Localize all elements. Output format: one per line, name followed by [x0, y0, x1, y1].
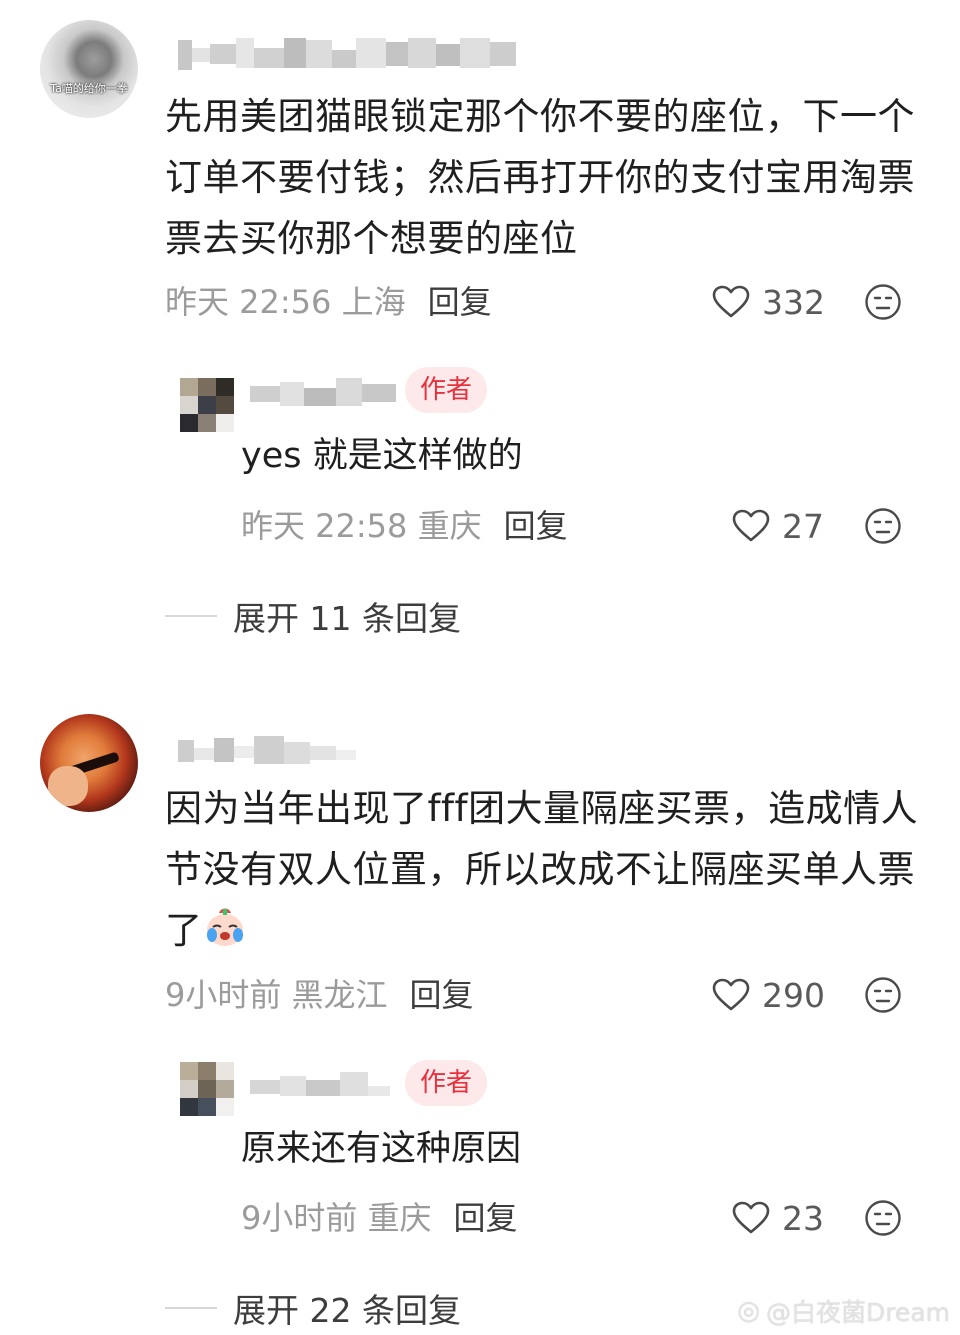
- neutral-face-icon[interactable]: [864, 507, 902, 545]
- comment-line: 节没有双人位置，所以改成不让隔座买单人票: [165, 848, 915, 891]
- comment-line: 订单不要付钱；然后再打开你的支付宝用淘票: [165, 156, 915, 199]
- author-badge: 作者: [405, 1060, 487, 1106]
- comment-body: 先用美团猫眼锁定那个你不要的座位，下一个 订单不要付钱；然后再打开你的支付宝用淘…: [165, 86, 925, 269]
- commenter-avatar[interactable]: [40, 714, 138, 812]
- like-count: 332: [762, 282, 825, 322]
- reply-username-blurred[interactable]: [250, 378, 396, 412]
- like-button[interactable]: 27: [732, 506, 824, 546]
- expand-replies-button[interactable]: 展开 22 条回复: [165, 1288, 461, 1330]
- watermark-text: @白夜菌Dream: [765, 1298, 950, 1327]
- expand-divider: [165, 615, 217, 617]
- heart-outline-icon: [732, 1201, 770, 1234]
- expand-replies-button[interactable]: 展开 11 条回复: [165, 596, 461, 638]
- weibo-icon: ◎: [737, 1296, 760, 1326]
- comment-body: 因为当年出现了fff团大量隔座买票，造成情人 节没有双人位置，所以改成不让隔座买…: [165, 778, 925, 961]
- like-button[interactable]: 332: [712, 282, 825, 322]
- author-badge: 作者: [405, 367, 487, 413]
- reply-avatar[interactable]: [180, 378, 234, 432]
- comment-time-location: 昨天 22:56 上海: [165, 283, 406, 321]
- reply-body: 原来还有这种原因: [241, 1129, 522, 1169]
- heart-outline-icon: [712, 978, 750, 1011]
- comment-line: 票去买你那个想要的座位: [165, 217, 578, 260]
- heart-outline-icon: [732, 509, 770, 542]
- reply-username-blurred[interactable]: [250, 1072, 390, 1102]
- comment-line-text: 了: [165, 909, 203, 952]
- reply-meta: 9小时前 重庆 回复: [241, 1198, 518, 1238]
- reply-avatar[interactable]: [180, 1062, 234, 1116]
- like-count: 23: [782, 1198, 824, 1238]
- reply-button[interactable]: 回复: [410, 976, 474, 1014]
- comment-line: 先用美团猫眼锁定那个你不要的座位，下一个: [165, 95, 915, 138]
- comment-time-location: 9小时前 黑龙江: [165, 976, 388, 1014]
- like-count: 290: [762, 975, 825, 1015]
- commenter-avatar[interactable]: Ta喵的给你一拳: [40, 20, 138, 118]
- watermark: ◎ @白夜菌Dream: [737, 1293, 950, 1329]
- like-button[interactable]: 290: [712, 975, 825, 1015]
- neutral-face-icon[interactable]: [864, 1199, 902, 1237]
- reply-button[interactable]: 回复: [454, 1199, 518, 1237]
- reply-button[interactable]: 回复: [504, 507, 568, 545]
- reply-time-location: 昨天 22:58 重庆: [241, 507, 482, 545]
- crying-face-emoji: [206, 908, 243, 946]
- like-count: 27: [782, 506, 824, 546]
- neutral-face-icon[interactable]: [864, 976, 902, 1014]
- comment-meta: 9小时前 黑龙江 回复: [165, 975, 474, 1015]
- heart-outline-icon: [712, 285, 750, 318]
- reply-time-location: 9小时前 重庆: [241, 1199, 432, 1237]
- reply-meta: 昨天 22:58 重庆 回复: [241, 506, 568, 546]
- comment-meta: 昨天 22:56 上海 回复: [165, 282, 492, 322]
- reply-button[interactable]: 回复: [428, 283, 492, 321]
- reply-body: yes 就是这样做的: [241, 436, 523, 476]
- username-blurred[interactable]: [178, 38, 516, 72]
- expand-divider: [165, 1307, 217, 1309]
- username-blurred[interactable]: [178, 736, 356, 770]
- like-button[interactable]: 23: [732, 1198, 824, 1238]
- comment-line: 因为当年出现了fff团大量隔座买票，造成情人: [165, 787, 919, 830]
- expand-replies-label: 展开 11 条回复: [233, 599, 461, 638]
- neutral-face-icon[interactable]: [864, 283, 902, 321]
- comment-line: 了: [165, 900, 925, 961]
- avatar-caption: Ta喵的给你一拳: [50, 82, 128, 95]
- expand-replies-label: 展开 22 条回复: [233, 1291, 461, 1330]
